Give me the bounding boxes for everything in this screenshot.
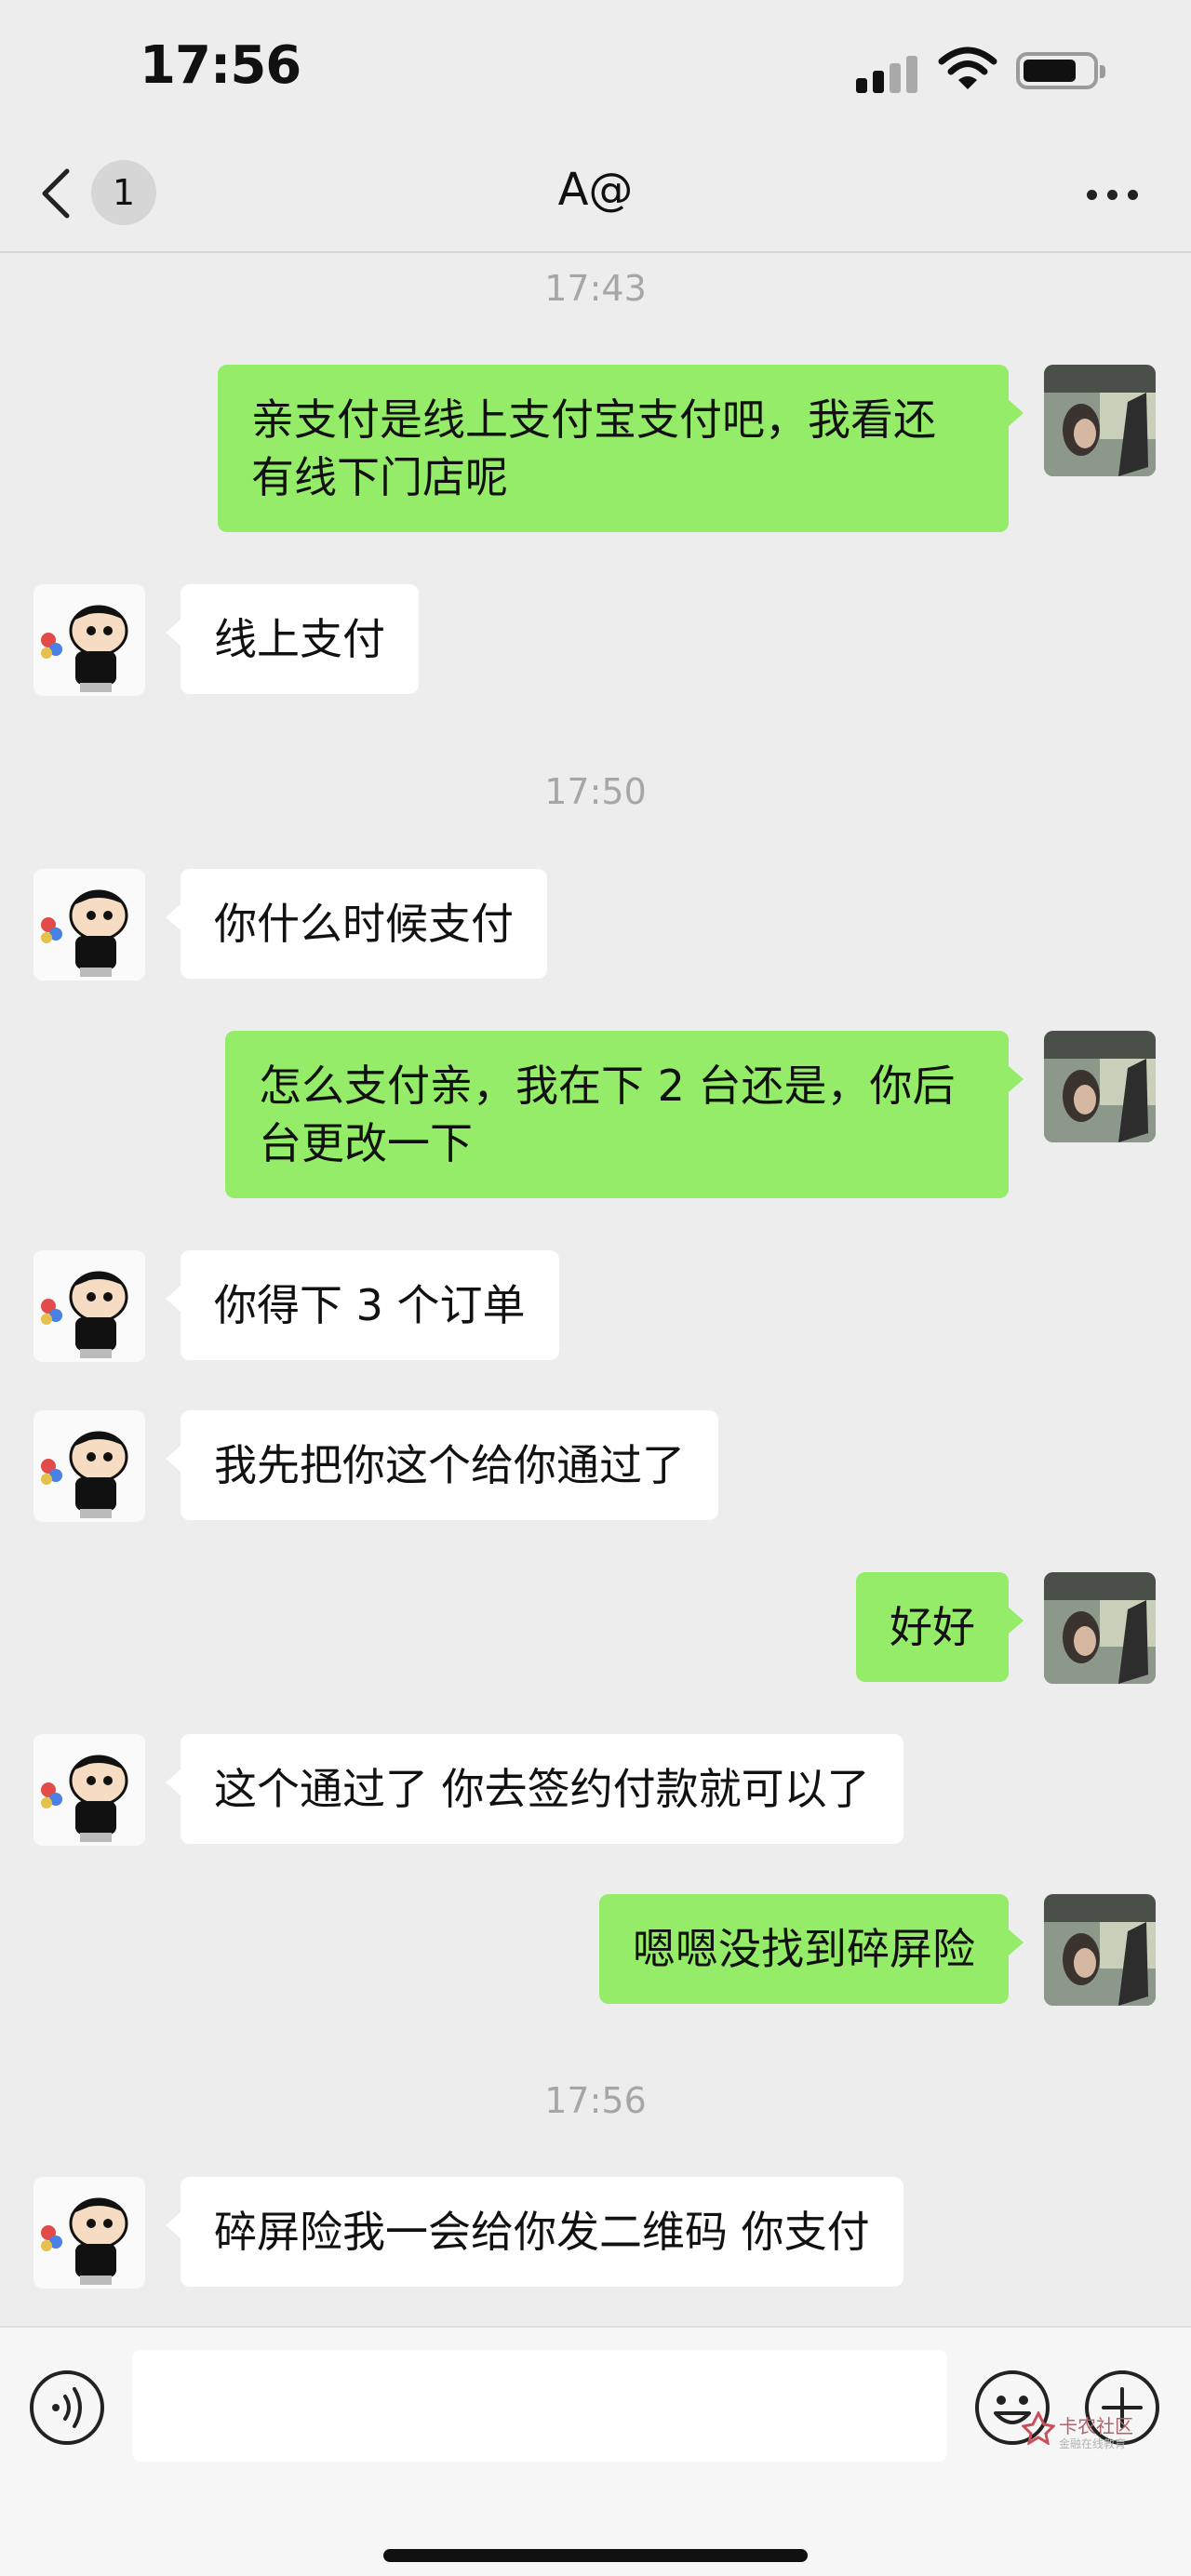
avatar-photo-icon bbox=[1044, 365, 1156, 476]
avatar-cartoon-icon bbox=[33, 1410, 145, 1522]
home-indicator[interactable] bbox=[383, 2549, 808, 2562]
avatar-self[interactable] bbox=[1044, 365, 1156, 476]
message-bubble-incoming[interactable]: 碎屏险我一会给你发二维码 你支付 bbox=[166, 2177, 903, 2287]
status-time: 17:56 bbox=[140, 35, 301, 96]
voice-input-button[interactable] bbox=[28, 2369, 106, 2447]
avatar-cartoon-icon bbox=[33, 2177, 145, 2289]
chat-title: A@ bbox=[557, 164, 634, 216]
message-input[interactable] bbox=[132, 2350, 947, 2462]
message-bubble-outgoing[interactable]: 好好 bbox=[856, 1572, 1024, 1682]
timestamp: 17:56 bbox=[544, 2080, 647, 2121]
timestamp: 17:50 bbox=[544, 771, 647, 812]
message-bubble-incoming[interactable]: 你什么时候支付 bbox=[166, 869, 547, 979]
message-bubble-incoming[interactable]: 我先把你这个给你通过了 bbox=[166, 1410, 718, 1520]
avatar-self[interactable] bbox=[1044, 1894, 1156, 2006]
avatar-contact[interactable] bbox=[33, 1250, 145, 1362]
wifi-icon bbox=[938, 47, 997, 89]
message-bubble-incoming[interactable]: 这个通过了 你去签约付款就可以了 bbox=[166, 1734, 903, 1844]
cellular-signal-icon bbox=[856, 47, 921, 93]
nav-bar: 1 A@ bbox=[0, 140, 1191, 253]
watermark-subtitle: 金融在线教育 bbox=[1059, 2437, 1127, 2450]
more-options-button[interactable] bbox=[1079, 175, 1146, 212]
avatar-photo-icon bbox=[1044, 1031, 1156, 1142]
battery-icon bbox=[1016, 52, 1105, 89]
timestamp: 17:43 bbox=[544, 268, 647, 309]
avatar-photo-icon bbox=[1044, 1894, 1156, 2006]
avatar-self[interactable] bbox=[1044, 1572, 1156, 1684]
avatar-contact[interactable] bbox=[33, 1734, 145, 1846]
watermark-title: 卡农社区 bbox=[1059, 2415, 1133, 2437]
avatar-contact[interactable] bbox=[33, 2177, 145, 2289]
avatar-contact[interactable] bbox=[33, 869, 145, 981]
avatar-cartoon-icon bbox=[33, 1734, 145, 1846]
message-bubble-outgoing[interactable]: 怎么支付亲，我在下 2 台还是，你后台更改一下 bbox=[225, 1031, 1024, 1198]
status-bar: 17:56 bbox=[0, 0, 1191, 140]
avatar-cartoon-icon bbox=[33, 869, 145, 981]
avatar-cartoon-icon bbox=[33, 584, 145, 696]
avatar-cartoon-icon bbox=[33, 1250, 145, 1362]
avatar-self[interactable] bbox=[1044, 1031, 1156, 1142]
avatar-contact[interactable] bbox=[33, 1410, 145, 1522]
input-bar bbox=[0, 2326, 1191, 2576]
avatar-photo-icon bbox=[1044, 1572, 1156, 1684]
message-bubble-outgoing[interactable]: 亲支付是线上支付宝支付吧，我看还有线下门店呢 bbox=[218, 365, 1024, 532]
watermark-logo-icon bbox=[1022, 2411, 1055, 2445]
message-bubble-incoming[interactable]: 线上支付 bbox=[166, 584, 419, 694]
message-bubble-incoming[interactable]: 你得下 3 个订单 bbox=[166, 1250, 559, 1360]
avatar-contact[interactable] bbox=[33, 584, 145, 696]
message-bubble-outgoing[interactable]: 嗯嗯没找到碎屏险 bbox=[599, 1894, 1024, 2004]
